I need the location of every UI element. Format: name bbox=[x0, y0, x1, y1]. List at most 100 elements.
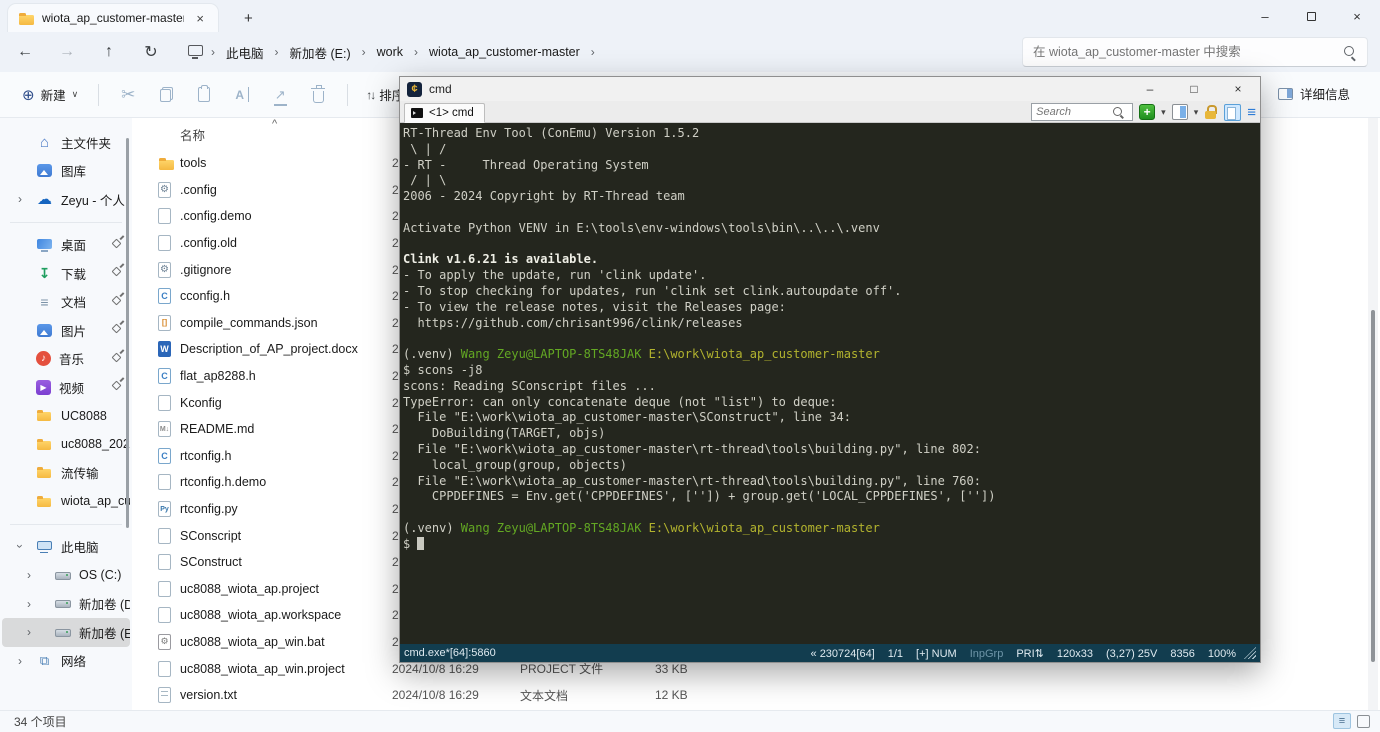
sidebar-item[interactable]: › 新加卷 (E:) bbox=[2, 618, 130, 647]
doc-file-icon bbox=[158, 235, 171, 252]
sidebar-item[interactable]: 流传输 bbox=[2, 459, 130, 488]
sidebar-item[interactable]: ♪ 音乐 bbox=[2, 345, 130, 374]
column-header-name[interactable]: 名称 ^ bbox=[132, 118, 277, 148]
rename-icon: A bbox=[235, 86, 249, 102]
new-tab-button[interactable]: + bbox=[236, 4, 261, 32]
terminal-text: / | \ bbox=[403, 173, 447, 188]
sidebar-item[interactable]: 图库 bbox=[2, 157, 130, 186]
conemu-search-box[interactable] bbox=[1031, 103, 1134, 121]
breadcrumb-item[interactable]: work bbox=[370, 42, 410, 62]
share-button[interactable]: ↗ bbox=[261, 78, 299, 112]
sidebar-item[interactable]: ↧ 下载 bbox=[2, 259, 130, 288]
new-button[interactable]: ⊕ 新建 ∨ bbox=[12, 79, 88, 110]
restore-button[interactable] bbox=[1288, 0, 1334, 32]
file-name-cell: SConscript bbox=[180, 529, 380, 543]
sort-ascending-icon: ^ bbox=[272, 118, 278, 130]
sidebar-item[interactable]: › OS (C:) bbox=[2, 561, 130, 590]
sidebar-item-label: uc8088_20231 bbox=[61, 437, 130, 452]
sidebar: ⌂ 主文件夹 图库 › ☁ Zeyu - 个人 桌面 ↧ 下载 ≡ 文档 图片 ♪ 音乐 ▶ 视频 UC8088… bbox=[0, 118, 132, 710]
split-pane-button[interactable] bbox=[1171, 104, 1188, 120]
sidebar-item[interactable]: UC8088 bbox=[2, 402, 130, 431]
cut-button[interactable]: ✂ bbox=[109, 78, 147, 112]
terminal-text: 2006 - 2024 Copyright by RT-Thread team bbox=[403, 189, 685, 204]
c-file-icon: C bbox=[158, 288, 171, 305]
paste-button[interactable] bbox=[185, 78, 223, 112]
file-scrollbar-thumb[interactable] bbox=[1371, 310, 1375, 662]
breadcrumb-item[interactable]: 新加卷 (E:) bbox=[283, 40, 358, 65]
file-name-cell: .gitignore bbox=[180, 263, 380, 277]
rename-button[interactable]: A bbox=[223, 78, 261, 112]
up-button[interactable]: ↑ bbox=[92, 37, 126, 67]
sidebar-item[interactable]: 图片 bbox=[2, 316, 130, 345]
terminal-tab[interactable]: <1> cmd bbox=[404, 102, 485, 123]
file-icon-cell bbox=[158, 580, 171, 597]
plus-circle-icon: ⊕ bbox=[22, 86, 35, 104]
terminal-text: $ scons -j8 bbox=[403, 362, 483, 377]
breadcrumb-separator: › bbox=[211, 45, 215, 59]
search-box[interactable] bbox=[1022, 37, 1368, 67]
sidebar-item-label: 新加卷 (D:) bbox=[79, 598, 130, 613]
sidebar-item[interactable]: 桌面 bbox=[2, 231, 130, 260]
sidebar-item[interactable]: › 新加卷 (D:) bbox=[2, 590, 130, 619]
close-button[interactable]: × bbox=[1334, 0, 1380, 32]
sidebar-item[interactable]: ≡ 文档 bbox=[2, 288, 130, 317]
file-icon-cell: M↓ bbox=[158, 421, 171, 438]
sidebar-item[interactable]: uc8088_20231 bbox=[2, 430, 130, 459]
back-button[interactable]: ← bbox=[8, 37, 42, 67]
chevron-right-icon[interactable]: › bbox=[24, 597, 34, 611]
split-pane-dropdown-icon[interactable]: ▾ bbox=[1194, 107, 1199, 118]
details-view-button[interactable]: ≡ bbox=[1333, 713, 1351, 729]
file-icon-cell bbox=[158, 235, 171, 252]
view-toggles: ≡ bbox=[1333, 713, 1370, 729]
resize-grip[interactable] bbox=[1244, 647, 1256, 659]
explorer-tab[interactable]: wiota_ap_customer-master × bbox=[8, 4, 218, 32]
file-row[interactable]: version.txt 2024/10/8 16:29 文本文档 12 KB bbox=[132, 682, 1380, 709]
chevron-right-icon[interactable]: › bbox=[15, 192, 25, 206]
conemu-search-input[interactable] bbox=[1032, 106, 1113, 118]
breadcrumb-separator: › bbox=[361, 45, 366, 59]
sidebar-item[interactable]: › ⧉ 网络 bbox=[2, 647, 130, 676]
chevron-right-icon[interactable]: › bbox=[24, 625, 34, 639]
terminal-title-bar[interactable]: ¢ cmd – □ × bbox=[400, 77, 1260, 101]
sidebar-item[interactable]: › ☁ Zeyu - 个人 bbox=[2, 185, 130, 214]
terminal-maximize-button[interactable]: □ bbox=[1172, 77, 1216, 101]
sidebar-item[interactable]: › 此电脑 bbox=[2, 533, 130, 562]
sidebar-item[interactable]: wiota_ap_cust... bbox=[2, 487, 130, 516]
chevron-expanded-icon[interactable]: › bbox=[13, 541, 27, 551]
delete-button[interactable] bbox=[299, 78, 337, 112]
terminal-status-segment: 120x33 bbox=[1056, 647, 1093, 660]
terminal-text: File "E:\work\wiota_ap_customer-master\S… bbox=[403, 410, 851, 425]
minimize-button[interactable]: – bbox=[1242, 0, 1288, 32]
file-name: rtconfig.h bbox=[180, 448, 232, 463]
terminal-text: \ | / bbox=[403, 141, 447, 156]
sidebar-item[interactable]: ▶ 视频 bbox=[2, 373, 130, 402]
sidebar-scrollbar[interactable] bbox=[126, 138, 129, 528]
panel-toggle-button[interactable] bbox=[1224, 103, 1242, 121]
icons-view-button[interactable] bbox=[1357, 714, 1370, 728]
sidebar-item-label: UC8088 bbox=[61, 408, 107, 423]
terminal-close-button[interactable]: × bbox=[1216, 77, 1260, 101]
file-name: uc8088_wiota_ap.project bbox=[180, 581, 319, 596]
chevron-right-icon[interactable]: › bbox=[15, 654, 25, 668]
gear-file-icon: ⚙ bbox=[158, 261, 171, 278]
new-console-dropdown-icon[interactable]: ▾ bbox=[1161, 107, 1166, 118]
breadcrumb-item[interactable]: 此电脑 bbox=[219, 40, 271, 65]
file-name: .gitignore bbox=[180, 262, 232, 277]
tab-close-icon[interactable]: × bbox=[192, 11, 208, 26]
search-input[interactable] bbox=[1023, 45, 1343, 59]
refresh-button[interactable]: ↻ bbox=[134, 37, 168, 67]
details-pane-icon bbox=[1277, 87, 1293, 100]
copy-button[interactable] bbox=[147, 78, 185, 112]
forward-button[interactable]: → bbox=[50, 37, 84, 67]
lock-icon[interactable] bbox=[1204, 104, 1218, 120]
details-pane-button[interactable]: 详细信息 bbox=[1270, 78, 1358, 109]
terminal-minimize-button[interactable]: – bbox=[1128, 77, 1172, 101]
breadcrumb-item[interactable]: wiota_ap_customer-master bbox=[422, 42, 587, 62]
new-console-button[interactable]: + bbox=[1139, 104, 1156, 120]
terminal-console[interactable]: RT-Thread Env Tool (ConEmu) Version 1.5.… bbox=[400, 123, 1260, 646]
chevron-right-icon[interactable]: › bbox=[24, 568, 34, 582]
conemu-menu-icon[interactable]: ≡ bbox=[1247, 105, 1256, 120]
sidebar-item[interactable]: ⌂ 主文件夹 bbox=[2, 128, 130, 157]
file-icon-cell: ⚙ bbox=[158, 181, 171, 198]
file-name-cell: .config.demo bbox=[180, 209, 380, 223]
